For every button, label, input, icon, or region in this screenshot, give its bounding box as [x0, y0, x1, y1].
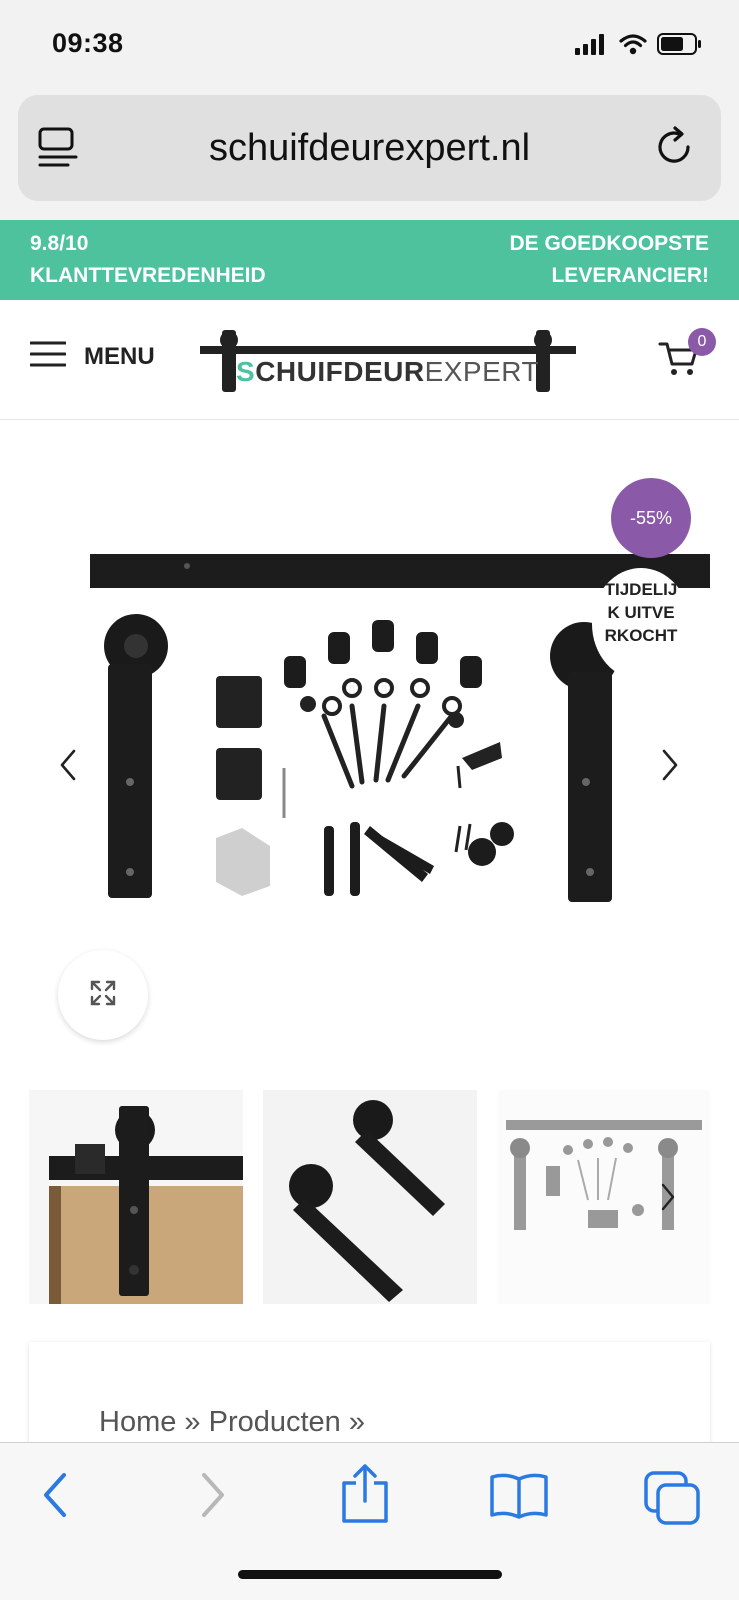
address-bar[interactable]: schuifdeurexpert.nl: [18, 95, 721, 201]
status-icons: [575, 32, 703, 61]
out-of-stock-badge: TIJDELIJK UITVERKOCHT: [592, 568, 690, 680]
banner-rating-score: 9.8/10: [30, 232, 89, 255]
menu-label: MENU: [84, 342, 155, 370]
status-bar: 09:38: [0, 0, 739, 92]
thumbnail-rollers[interactable]: [263, 1090, 477, 1304]
forward-icon[interactable]: [198, 1471, 228, 1524]
site-header: MENU SCHUIFDEUREXPERT 0: [0, 300, 739, 420]
site-logo[interactable]: SCHUIFDEUREXPERT: [200, 326, 576, 396]
url-text[interactable]: schuifdeurexpert.nl: [18, 127, 721, 170]
thumbnail-kit[interactable]: [498, 1090, 710, 1304]
cart-count-badge[interactable]: 0: [688, 328, 716, 356]
gallery-prev-arrow[interactable]: [56, 748, 80, 787]
thumbnail-door-rail[interactable]: [29, 1090, 243, 1304]
banner-slogan-line1: DE GOEDKOOPSTE: [509, 232, 709, 255]
banner-rating: 9.8/10 KLANTTEVREDENHEID: [30, 228, 266, 292]
reload-icon[interactable]: [655, 125, 695, 174]
battery-icon: [657, 32, 703, 61]
back-icon[interactable]: [40, 1471, 70, 1524]
signal-icon: [575, 33, 609, 60]
banner-slogan-line2: LEVERANCIER!: [551, 264, 709, 287]
gallery-next-arrow[interactable]: [658, 748, 682, 787]
bookmarks-icon[interactable]: [488, 1471, 550, 1526]
zoom-button[interactable]: [58, 950, 148, 1040]
status-time: 09:38: [52, 28, 124, 58]
thumbnail-next-arrow[interactable]: [658, 1182, 678, 1217]
banner-slogan: DE GOEDKOOPSTE LEVERANCIER!: [509, 228, 709, 292]
wifi-icon: [619, 33, 647, 60]
home-indicator: [238, 1570, 502, 1579]
expand-icon: [89, 979, 117, 1012]
menu-button[interactable]: MENU: [29, 340, 155, 373]
breadcrumb[interactable]: Home » Producten »: [99, 1406, 365, 1439]
promo-banner: 9.8/10 KLANTTEVREDENHEID DE GOEDKOOPSTE …: [0, 220, 739, 300]
logo-text: SCHUIFDEUREXPERT: [236, 356, 540, 387]
banner-rating-label: KLANTTEVREDENHEID: [30, 264, 266, 287]
sale-badge: -55%: [611, 478, 691, 558]
browser-url-area: schuifdeurexpert.nl: [0, 92, 739, 220]
hamburger-icon: [29, 340, 67, 373]
tabs-icon[interactable]: [644, 1471, 700, 1530]
share-icon[interactable]: [340, 1463, 390, 1530]
